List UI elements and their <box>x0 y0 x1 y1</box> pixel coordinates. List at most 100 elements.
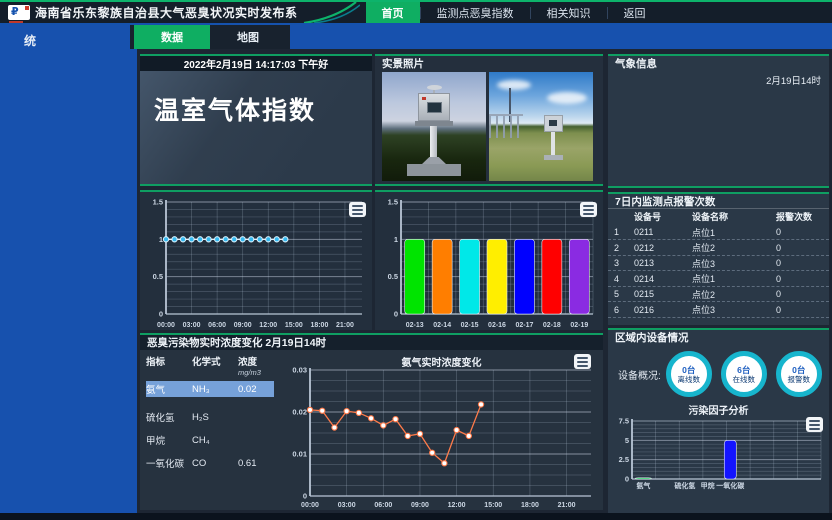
svg-text:硫化氢: 硫化氢 <box>674 481 695 490</box>
devices-panel: 区域内设备情况 设备概况: 0台 离线数 6台 在线数 0台 报警数 污染因子分… <box>608 328 829 513</box>
weather-timestamp: 2月19日14时 <box>608 71 829 87</box>
svg-text:一氧化碳: 一氧化碳 <box>716 481 745 490</box>
header-blue-strip <box>290 25 832 49</box>
svg-text:02-18: 02-18 <box>543 322 561 329</box>
svg-text:0: 0 <box>303 492 307 501</box>
svg-text:00:00: 00:00 <box>157 322 175 329</box>
alarm-panel-title: 7日内监测点报警次数 <box>608 194 829 209</box>
table-row: 60216点位30 <box>608 302 829 318</box>
top-bar: ₽ 海南省乐东黎族自治县大气恶臭状况实时发布系 首页 监测点恶臭指数 相关知识 … <box>0 0 832 25</box>
svg-text:0.5: 0.5 <box>153 272 163 281</box>
photos-panel: 实景照片 <box>375 54 603 186</box>
left-sidebar: 统 <box>0 25 137 513</box>
monitor-box <box>544 115 563 132</box>
pollutant-table: 指标 化学式 浓度mg/m3 氨气 NH₃ 0.02 硫化氢 H₂S 甲烷 CH… <box>140 350 280 510</box>
swoosh-decoration-icon <box>302 2 360 23</box>
svg-text:09:00: 09:00 <box>234 322 252 329</box>
ammonia-chart-title: 氨气实时浓度变化 <box>280 354 603 369</box>
svg-text:0.02: 0.02 <box>292 408 307 417</box>
svg-text:1.5: 1.5 <box>388 198 398 207</box>
pollutant-panel-title: 恶臭污染物实时浓度变化 2月19日14时 <box>140 335 603 350</box>
svg-text:0.5: 0.5 <box>388 272 398 281</box>
table-row[interactable]: 甲烷 CH₄ <box>146 432 274 448</box>
chart-menu-button[interactable] <box>580 202 597 217</box>
pollutant-panel: 恶臭污染物实时浓度变化 2月19日14时 指标 化学式 浓度mg/m3 氨气 N… <box>140 333 603 510</box>
chart-menu-button[interactable] <box>806 417 823 432</box>
antenna-dish-icon <box>427 85 442 90</box>
greeting-panel: 2022年2月19日 14:17:03 下午好 温室气体指数 <box>140 54 372 186</box>
alarm-count-badge: 0台 报警数 <box>776 351 822 397</box>
svg-text:1: 1 <box>394 235 398 244</box>
greenhouse-gas-heading: 温室气体指数 <box>154 91 372 127</box>
table-row[interactable]: 一氧化碳 CO 0.61 <box>146 455 274 471</box>
svg-text:0.01: 0.01 <box>292 450 307 459</box>
photos-panel-title: 实景照片 <box>375 56 603 71</box>
table-header-row: 指标 化学式 浓度mg/m3 <box>146 354 280 377</box>
svg-text:0: 0 <box>159 310 163 319</box>
status-line-chart: 00.511.500:0003:0006:0009:0012:0015:0018… <box>140 192 372 330</box>
svg-text:甲烷: 甲烷 <box>701 481 715 490</box>
station-photo-1 <box>382 72 486 181</box>
fence <box>489 114 523 138</box>
svg-text:21:00: 21:00 <box>336 322 354 329</box>
factor-bar-chart: 02.557.5氨气硫化氢甲烷一氧化碳 <box>608 417 829 491</box>
table-row[interactable]: 硫化氢 H₂S <box>146 409 274 425</box>
svg-text:0: 0 <box>394 310 398 319</box>
svg-text:02-17: 02-17 <box>515 322 533 329</box>
svg-text:2.5: 2.5 <box>619 455 629 464</box>
svg-text:15:00: 15:00 <box>484 502 502 509</box>
app-logo-icon: ₽ <box>8 5 30 20</box>
monitor-box <box>418 93 450 121</box>
offline-count-badge: 0台 离线数 <box>666 351 712 397</box>
weather-panel-title: 气象信息 <box>608 56 829 71</box>
svg-text:1: 1 <box>159 235 163 244</box>
nav-back[interactable]: 返回 <box>608 2 662 23</box>
nav-odor-index[interactable]: 监测点恶臭指数 <box>421 2 530 23</box>
ammonia-line-chart: 00.010.020.0300:0003:0006:0009:0012:0015… <box>280 350 603 510</box>
svg-text:09:00: 09:00 <box>411 502 429 509</box>
chart-menu-button[interactable] <box>349 202 366 217</box>
svg-text:18:00: 18:00 <box>310 322 328 329</box>
svg-text:02-13: 02-13 <box>406 322 424 329</box>
table-header-row: 设备号 设备名称 报警次数 <box>608 209 829 225</box>
table-row: 40214点位10 <box>608 271 829 287</box>
online-count-badge: 6台 在线数 <box>721 351 767 397</box>
svg-text:12:00: 12:00 <box>448 502 466 509</box>
tab-data[interactable]: 数据 <box>134 25 210 49</box>
svg-text:18:00: 18:00 <box>521 502 539 509</box>
nav-home[interactable]: 首页 <box>366 2 420 23</box>
svg-text:1.5: 1.5 <box>153 198 163 207</box>
tab-map[interactable]: 地图 <box>210 25 286 49</box>
status-line-chart-panel: 00.511.500:0003:0006:0009:0012:0015:0018… <box>140 190 372 330</box>
overview-label: 设备概况: <box>618 367 661 382</box>
svg-text:5: 5 <box>625 436 629 445</box>
nav-knowledge[interactable]: 相关知识 <box>531 2 607 23</box>
svg-text:03:00: 03:00 <box>183 322 201 329</box>
daily-bar-chart-panel: 0 0.5 1 1.5 02-13 02-14 02-15 02-16 02-17 02-18 02… <box>375 190 603 330</box>
svg-text:12:00: 12:00 <box>259 322 277 329</box>
datetime-text: 2022年2月19日 14:17:03 下午好 <box>140 56 372 71</box>
view-tabs: 数据 地图 <box>130 25 290 49</box>
table-row: 30213点位30 <box>608 256 829 272</box>
system-title: 海南省乐东黎族自治县大气恶臭状况实时发布系 <box>35 4 298 21</box>
svg-text:15:00: 15:00 <box>285 322 303 329</box>
factor-analysis-title: 污染因子分析 <box>608 402 829 417</box>
svg-text:02-19: 02-19 <box>570 322 588 329</box>
table-row-selected[interactable]: 氨气 NH₃ 0.02 <box>146 381 274 397</box>
devices-panel-title: 区域内设备情况 <box>608 330 829 345</box>
svg-text:02-16: 02-16 <box>488 322 506 329</box>
weather-panel: 气象信息 2月19日14时 <box>608 54 829 188</box>
svg-text:0: 0 <box>625 475 629 484</box>
dashboard-screen: ₽ 海南省乐东黎族自治县大气恶臭状况实时发布系 首页 监测点恶臭指数 相关知识 … <box>0 0 832 520</box>
chart-menu-button[interactable] <box>574 354 591 369</box>
svg-text:00:00: 00:00 <box>301 502 319 509</box>
svg-text:02-14: 02-14 <box>433 322 451 329</box>
bottom-strip <box>0 513 832 520</box>
table-row: 50215点位20 <box>608 287 829 303</box>
svg-text:02-15: 02-15 <box>461 322 479 329</box>
svg-text:21:00: 21:00 <box>558 502 576 509</box>
svg-text:氨气: 氨气 <box>636 481 650 490</box>
svg-text:06:00: 06:00 <box>374 502 392 509</box>
main-nav: 首页 监测点恶臭指数 相关知识 返回 <box>366 2 662 23</box>
station-photo-2 <box>489 72 593 181</box>
